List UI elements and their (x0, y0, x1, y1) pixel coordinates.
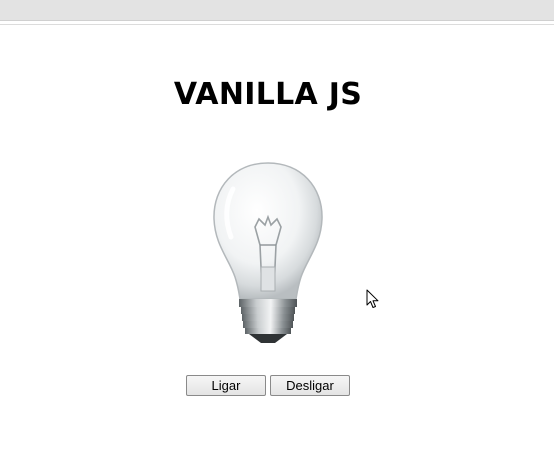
page-title: VANILLA JS (173, 77, 363, 112)
turn-off-button[interactable]: Desligar (270, 375, 350, 396)
browser-toolbar (0, 0, 554, 21)
turn-on-button[interactable]: Ligar (186, 375, 266, 396)
lightbulb-icon (213, 162, 323, 343)
mouse-pointer-icon (366, 289, 379, 308)
page-content: VANILLA JS Ligar Desligar (0, 25, 554, 459)
button-row: Ligar Desligar (186, 375, 350, 396)
